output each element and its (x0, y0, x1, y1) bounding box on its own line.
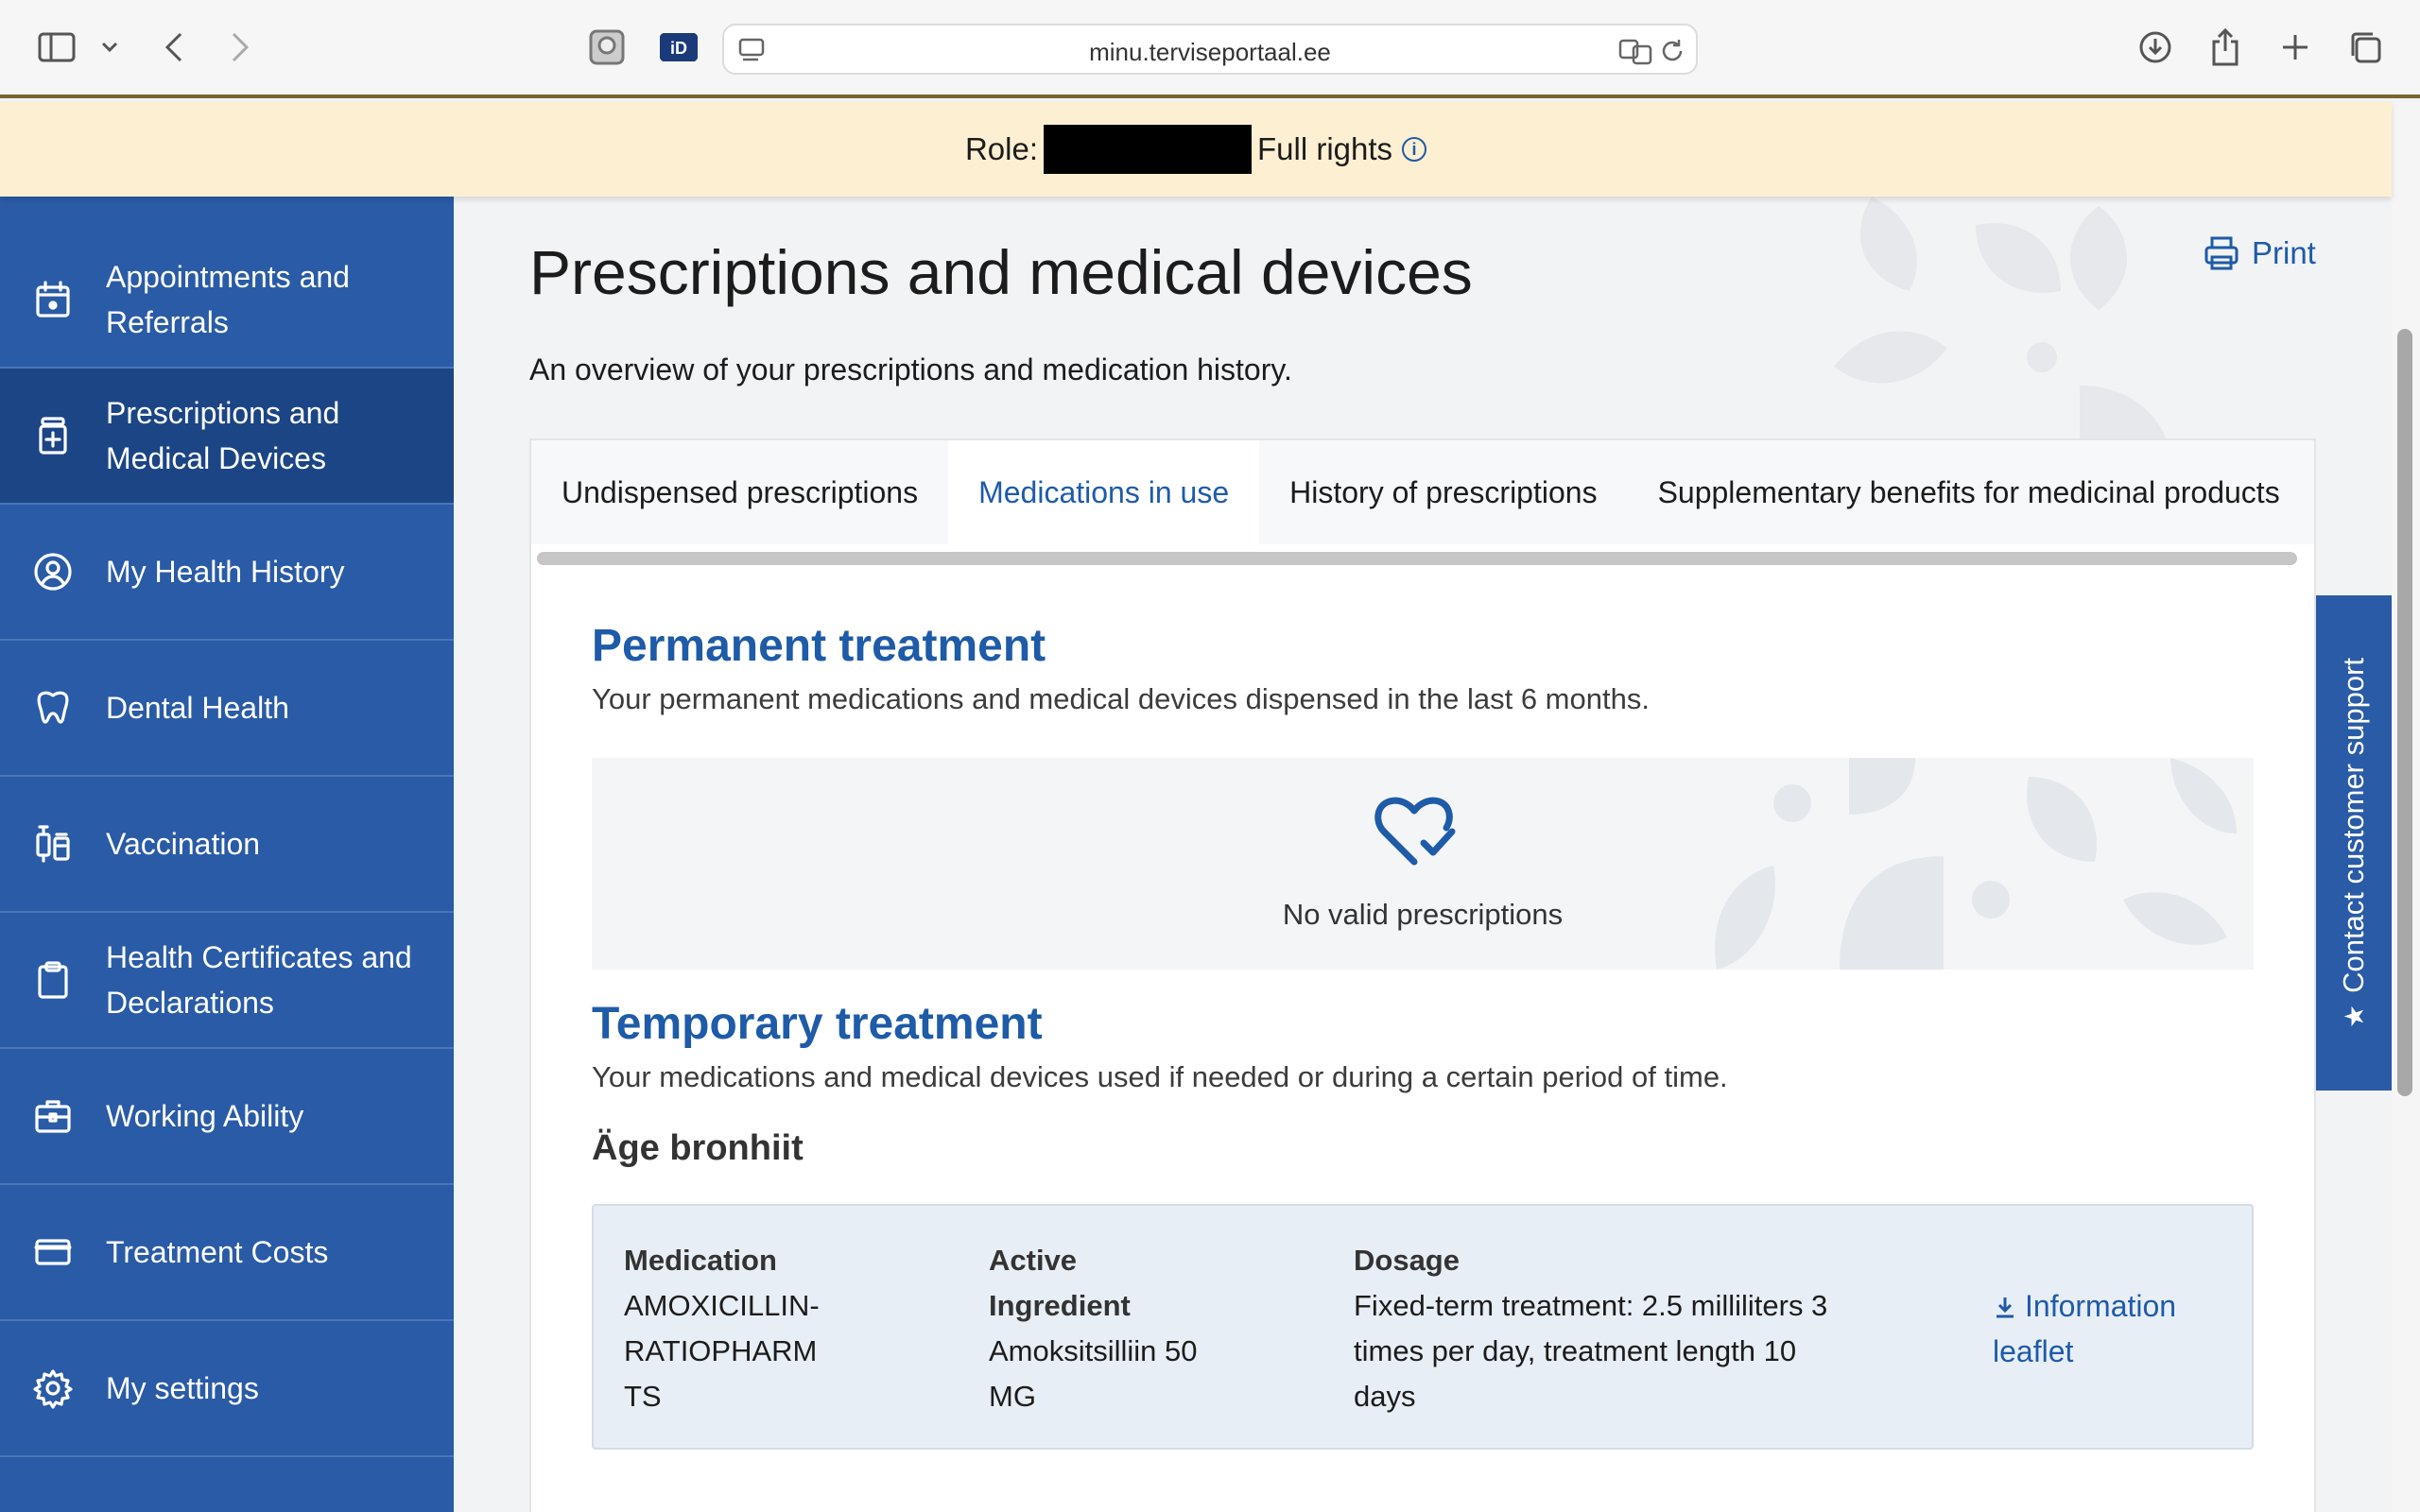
empty-state: No valid prescriptions (592, 758, 2254, 970)
decorative-pattern-icon (1834, 197, 2174, 480)
tab-bar: Undispensed prescriptions Medications in… (531, 440, 2314, 544)
briefcase-icon (32, 1095, 74, 1137)
sidebar-item-certificates[interactable]: Health Certificates and Declarations (0, 913, 454, 1049)
info-icon[interactable]: i (1402, 137, 1427, 162)
sidebar-item-working-ability[interactable]: Working Ability (0, 1049, 454, 1185)
prescriptions-card: Undispensed prescriptions Medications in… (529, 438, 2316, 1512)
diagnosis-group-title: Äge bronhiit (592, 1128, 804, 1168)
temporary-treatment-title: Temporary treatment (592, 999, 1043, 1049)
tab-overview-icon[interactable] (2344, 26, 2386, 68)
page-title: Prescriptions and medical devices (529, 237, 1473, 307)
dosage-column: Dosage Fixed-term treatment: 2.5 millili… (1354, 1238, 1940, 1419)
printer-icon (2204, 236, 2238, 270)
permanent-treatment-title: Permanent treatment (592, 621, 1046, 671)
user-circle-icon (32, 551, 74, 593)
browser-toolbar: iD minu.terviseportaal.ee (0, 0, 2420, 98)
ingredient-header: Active (989, 1244, 1078, 1277)
temporary-treatment-description: Your medications and medical devices use… (592, 1060, 1728, 1093)
tab-medications-in-use[interactable]: Medications in use (948, 440, 1260, 544)
medication-name-line: TS (624, 1380, 662, 1413)
ingredient-header: Ingredient (989, 1289, 1131, 1322)
contact-support-button[interactable]: ★ Contact customer support (2316, 595, 2392, 1091)
new-tab-icon[interactable] (2274, 26, 2316, 68)
contact-support-label: Contact customer support (2337, 657, 2370, 993)
ingredient-column: Active Ingredient Amoksitsilliin 50 MG (989, 1238, 1329, 1419)
tooth-icon (32, 687, 74, 729)
information-leaflet-link[interactable]: Information leaflet (1993, 1283, 2220, 1374)
ingredient-value-line: MG (989, 1380, 1036, 1413)
sidebar-item-label: Prescriptions and Medical Devices (106, 396, 340, 475)
share-icon[interactable] (2204, 26, 2246, 68)
medication-name-line: RATIOPHARM (624, 1334, 818, 1367)
sidebar-item-label: My Health History (106, 555, 345, 589)
print-button[interactable]: Print (2203, 234, 2316, 272)
medication-header: Medication (624, 1244, 777, 1277)
sidebar: Appointments and Referrals Prescriptions… (0, 197, 454, 1512)
sidebar-item-dental[interactable]: Dental Health (0, 641, 454, 777)
tab-undispensed[interactable]: Undispensed prescriptions (531, 440, 948, 544)
dosage-line: Fixed-term treatment: 2.5 milliliters 3 (1354, 1289, 1828, 1322)
sidebar-item-label: Health Certificates and Declarations (106, 940, 412, 1020)
calendar-icon (32, 279, 74, 320)
tabs-scrollbar[interactable] (537, 552, 2297, 565)
page-scrollbar-thumb[interactable] (2397, 329, 2412, 1096)
sidebar-item-health-history[interactable]: My Health History (0, 505, 454, 641)
sidebar-item-treatment-costs[interactable]: Treatment Costs (0, 1185, 454, 1321)
star-icon: ★ (2339, 1004, 2369, 1029)
clipboard-icon (32, 959, 74, 1001)
leaflet-label-line: Information (2025, 1289, 2177, 1323)
ingredient-value-line: Amoksitsilliin 50 (989, 1334, 1198, 1367)
sidebar-item-label: Treatment Costs (106, 1235, 329, 1269)
dosage-line: times per day, treatment length 10 (1354, 1334, 1797, 1367)
sidebar-item-settings[interactable]: My settings (0, 1321, 454, 1457)
rights-text: Full rights (1257, 131, 1393, 166)
medication-column: Medication AMOXICILLIN- RATIOPHARM TS (624, 1238, 945, 1419)
role-banner: Role: Full rights i (0, 102, 2392, 197)
permanent-treatment-description: Your permanent medications and medical d… (592, 682, 1650, 715)
medication-name-line: AMOXICILLIN- (624, 1289, 820, 1322)
sidebar-item-appointments[interactable]: Appointments and Referrals (0, 232, 454, 369)
downloads-icon[interactable] (2135, 26, 2176, 68)
dosage-header: Dosage (1354, 1244, 1460, 1277)
redacted-role-name (1044, 125, 1252, 174)
syringe-icon (32, 823, 74, 865)
extension-icon[interactable] (586, 26, 628, 68)
forward-icon[interactable] (219, 26, 261, 68)
reload-icon[interactable] (1658, 37, 1686, 70)
sidebar-item-label: Working Ability (106, 1099, 304, 1133)
tab-history[interactable]: History of prescriptions (1259, 440, 1627, 544)
chevron-down-icon[interactable] (91, 26, 129, 68)
gear-icon (32, 1367, 74, 1409)
sidebar-item-vaccination[interactable]: Vaccination (0, 777, 454, 913)
sidebar-item-label: My settings (106, 1371, 259, 1405)
empty-state-text: No valid prescriptions (1282, 898, 1564, 931)
heart-check-icon (1374, 797, 1456, 866)
card-icon (32, 1231, 74, 1273)
page-subtitle: An overview of your prescriptions and me… (529, 352, 1292, 387)
dosage-line: days (1354, 1380, 1416, 1413)
decorative-pattern-icon (1715, 758, 2237, 970)
print-label: Print (2252, 235, 2316, 270)
pill-bottle-icon (32, 415, 74, 456)
back-icon[interactable] (153, 26, 195, 68)
sidebar-item-label: Appointments and Referrals (106, 260, 350, 339)
id-extension-icon[interactable]: iD (658, 26, 700, 68)
download-icon (1996, 1297, 2014, 1318)
translate-icon[interactable] (1618, 37, 1652, 70)
leaflet-label-line: leaflet (1993, 1334, 2074, 1368)
main-content: Prescriptions and medical devices Print … (454, 197, 2392, 1512)
tab-supplementary-benefits[interactable]: Supplementary benefits for medicinal pro… (1628, 440, 2310, 544)
sidebar-item-label: Vaccination (106, 827, 261, 861)
role-label: Role: (964, 131, 1038, 166)
svg-text:iD: iD (670, 39, 687, 58)
address-bar[interactable]: minu.terviseportaal.ee (722, 24, 1698, 75)
medication-row: Medication AMOXICILLIN- RATIOPHARM TS Ac… (592, 1204, 2254, 1450)
sidebar-item-label: Dental Health (106, 691, 289, 725)
sidebar-toggle-icon[interactable] (36, 26, 78, 68)
url-text: minu.terviseportaal.ee (1089, 38, 1331, 66)
page-scrollbar[interactable] (2392, 102, 2420, 1512)
sidebar-item-prescriptions[interactable]: Prescriptions and Medical Devices (0, 369, 454, 505)
